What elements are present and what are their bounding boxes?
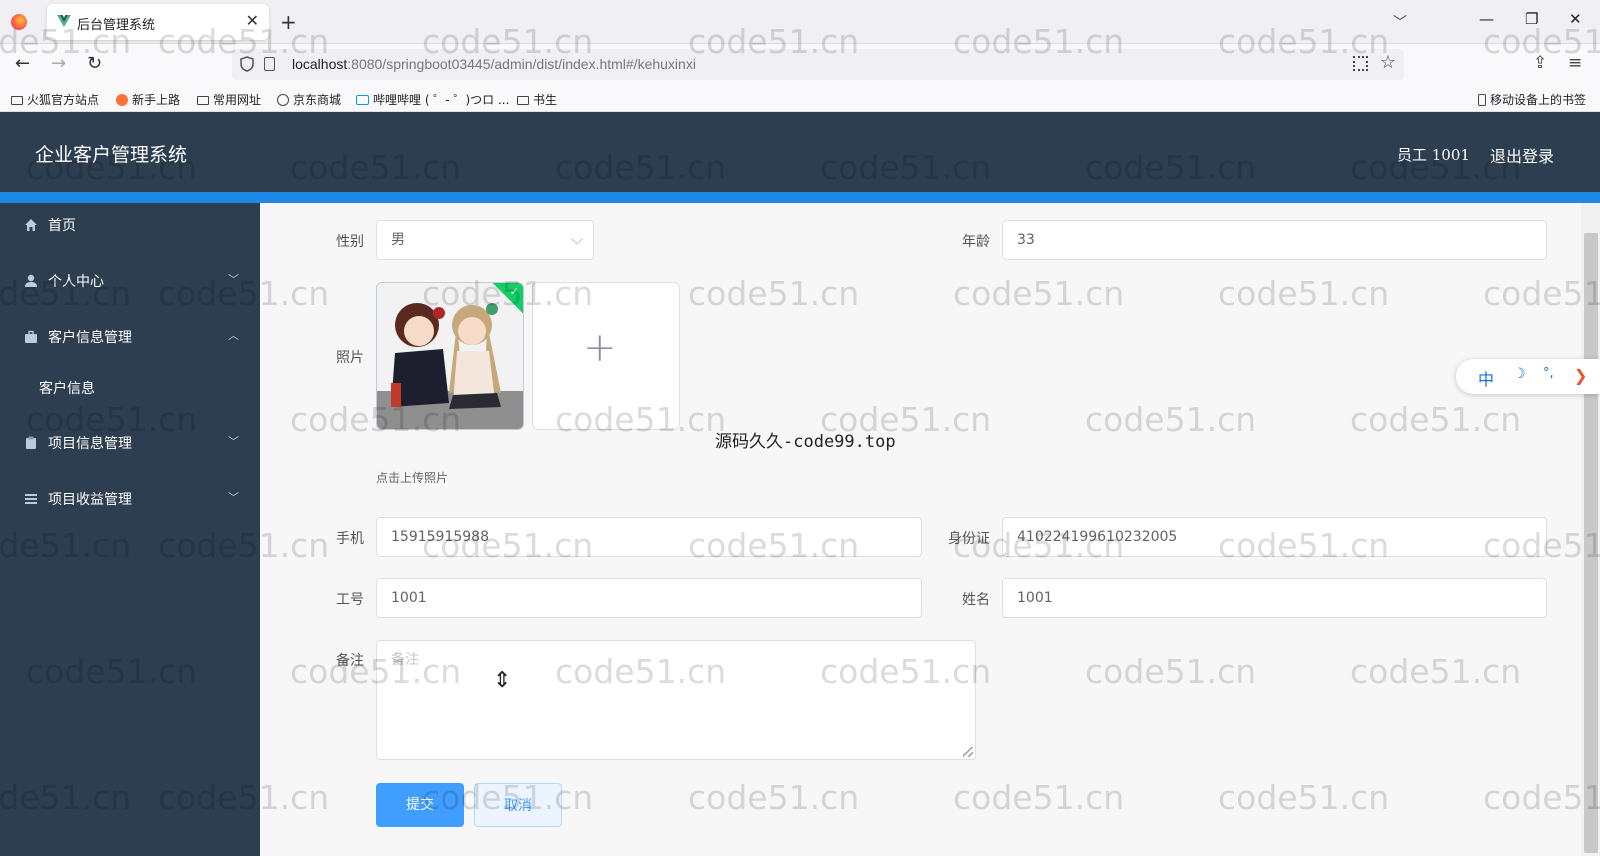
work-no-input[interactable]: 1001: [376, 578, 922, 618]
bookmark-item[interactable]: 书生: [517, 91, 557, 108]
new-tab-icon[interactable]: +: [280, 10, 297, 34]
menu-icon[interactable]: ≡: [1568, 53, 1582, 73]
plus-icon: +: [583, 325, 617, 371]
extensions-icon[interactable]: ⇪: [1533, 53, 1547, 73]
restore-icon[interactable]: ❐: [1525, 10, 1538, 28]
browser-tab[interactable]: 后台管理系统 ✕: [47, 4, 269, 40]
moon-icon[interactable]: ☽: [1513, 366, 1526, 382]
accent-bar: [0, 192, 1600, 203]
check-icon: ✓: [509, 285, 519, 298]
globe-icon: [277, 94, 289, 106]
photo-thumbnail[interactable]: ✓: [376, 282, 524, 430]
phone-input[interactable]: 15915915988: [376, 517, 922, 557]
bookmark-item[interactable]: 京东商城: [277, 91, 341, 108]
remark-label: 备注: [336, 653, 364, 669]
home-icon: [25, 219, 37, 231]
chevron-right-icon[interactable]: ❯: [1574, 366, 1587, 385]
upload-hint: 点击上传照片: [376, 471, 449, 485]
phone-label: 手机: [336, 531, 364, 547]
url-bar[interactable]: localhost:8080/springboot03445/admin/dis…: [232, 49, 1404, 80]
bookmark-star-icon[interactable]: ☆: [1380, 52, 1396, 73]
bookmark-item[interactable]: 新手上路: [116, 91, 180, 108]
photo-upload-button[interactable]: +: [532, 282, 680, 430]
app-title: 企业客户管理系统: [35, 144, 188, 166]
url-text: localhost:8080/springboot03445/admin/dis…: [292, 56, 696, 72]
sidebar-item-revenue[interactable]: 项目收益管理 ﹀: [0, 477, 260, 521]
app-header: 企业客户管理系统 员工 1001 退出登录: [0, 112, 1600, 192]
bookmarks-bar: 火狐官方站点 新手上路 常用网址 京东商城 哔哩哔哩 ( ゜- ゜)つロ ...…: [0, 86, 1600, 112]
briefcase-icon: [25, 330, 37, 343]
work-no-label: 工号: [336, 592, 364, 608]
back-icon[interactable]: ←: [15, 53, 30, 74]
resize-handle[interactable]: [963, 747, 973, 757]
browser-nav-bar: ← → ↻ localhost:8080/springboot03445/adm…: [0, 44, 1600, 86]
sidebar-item-project[interactable]: 项目信息管理 ﹀: [0, 421, 260, 465]
folder-icon: [11, 96, 23, 105]
gender-value: 男: [391, 232, 405, 248]
gender-select[interactable]: 男: [376, 220, 594, 260]
chevron-down-icon: [571, 233, 583, 245]
remark-placeholder: 备注: [391, 652, 419, 668]
remark-textarea[interactable]: 备注: [376, 640, 976, 760]
id-card-input[interactable]: 410224199610232005: [1002, 517, 1547, 557]
folder-icon: [517, 96, 529, 105]
ime-language-toggle[interactable]: 中: [1478, 366, 1494, 390]
current-user: 员工 1001: [1397, 146, 1470, 164]
text-cursor-icon: ⇕: [493, 668, 512, 693]
chevron-down-icon[interactable]: ﹀: [1393, 12, 1407, 32]
id-card-label: 身份证: [948, 531, 990, 547]
age-label: 年龄: [962, 234, 990, 250]
gender-label: 性别: [336, 234, 364, 250]
chevron-down-icon: ﹀: [228, 491, 239, 504]
punctuation-icon[interactable]: °,: [1543, 366, 1554, 381]
chevron-up-icon: ︿: [228, 329, 239, 342]
firefox-icon: [116, 94, 128, 106]
shield-icon: [240, 56, 254, 72]
chevron-down-icon: ﹀: [228, 435, 239, 448]
user-icon: [25, 274, 37, 287]
forward-icon[interactable]: →: [51, 53, 66, 74]
name-label: 姓名: [962, 592, 990, 608]
close-tab-icon[interactable]: ✕: [246, 11, 259, 30]
sidebar: 首页 个人中心 ﹀ 客户信息管理 ︿ 客户信息 项目信息管理 ﹀ 项目收益管理 …: [0, 203, 260, 856]
folder-icon: [197, 96, 209, 105]
clipboard-icon: [26, 436, 36, 449]
ime-toolbar[interactable]: 中 ☽ °, ❯: [1456, 359, 1600, 394]
tab-title: 后台管理系统: [77, 18, 156, 33]
photo-label: 照片: [336, 350, 364, 366]
list-icon: [25, 494, 37, 504]
mobile-bookmarks[interactable]: 移动设备上的书签: [1478, 91, 1586, 108]
overlay-text: 源码久久-code99.top: [715, 432, 896, 452]
firefox-logo-icon: [11, 14, 27, 30]
sidebar-item-personal[interactable]: 个人中心 ﹀: [0, 259, 260, 303]
minimize-icon[interactable]: —: [1479, 10, 1494, 28]
page-icon: [264, 57, 275, 71]
anime-photo-image: [377, 283, 523, 429]
age-input[interactable]: 33: [1002, 220, 1547, 260]
chevron-down-icon: ﹀: [228, 273, 239, 286]
cancel-button[interactable]: 取消: [474, 783, 562, 827]
bookmark-item[interactable]: 常用网址: [197, 91, 261, 108]
sidebar-subitem-customer-info[interactable]: 客户信息: [39, 378, 95, 398]
vue-logo-icon: [57, 15, 71, 27]
window-close-icon[interactable]: ✕: [1569, 10, 1582, 28]
phone-icon: [1478, 94, 1486, 106]
sidebar-item-home[interactable]: 首页: [0, 203, 260, 247]
submit-button[interactable]: 提交: [376, 783, 464, 827]
logout-button[interactable]: 退出登录: [1490, 143, 1554, 167]
qr-code-icon[interactable]: [1353, 56, 1368, 71]
bilibili-icon: [356, 95, 369, 105]
sidebar-item-customer[interactable]: 客户信息管理 ︿: [0, 315, 260, 359]
browser-tab-bar: 后台管理系统 ✕ + ﹀ — ❐ ✕: [0, 0, 1600, 44]
name-input[interactable]: 1001: [1002, 578, 1547, 618]
bookmark-item[interactable]: 哔哩哔哩 ( ゜- ゜)つロ ...: [356, 91, 509, 108]
scrollbar-thumb[interactable]: [1584, 233, 1598, 853]
reload-icon[interactable]: ↻: [87, 53, 102, 74]
bookmark-item[interactable]: 火狐官方站点: [11, 91, 99, 108]
